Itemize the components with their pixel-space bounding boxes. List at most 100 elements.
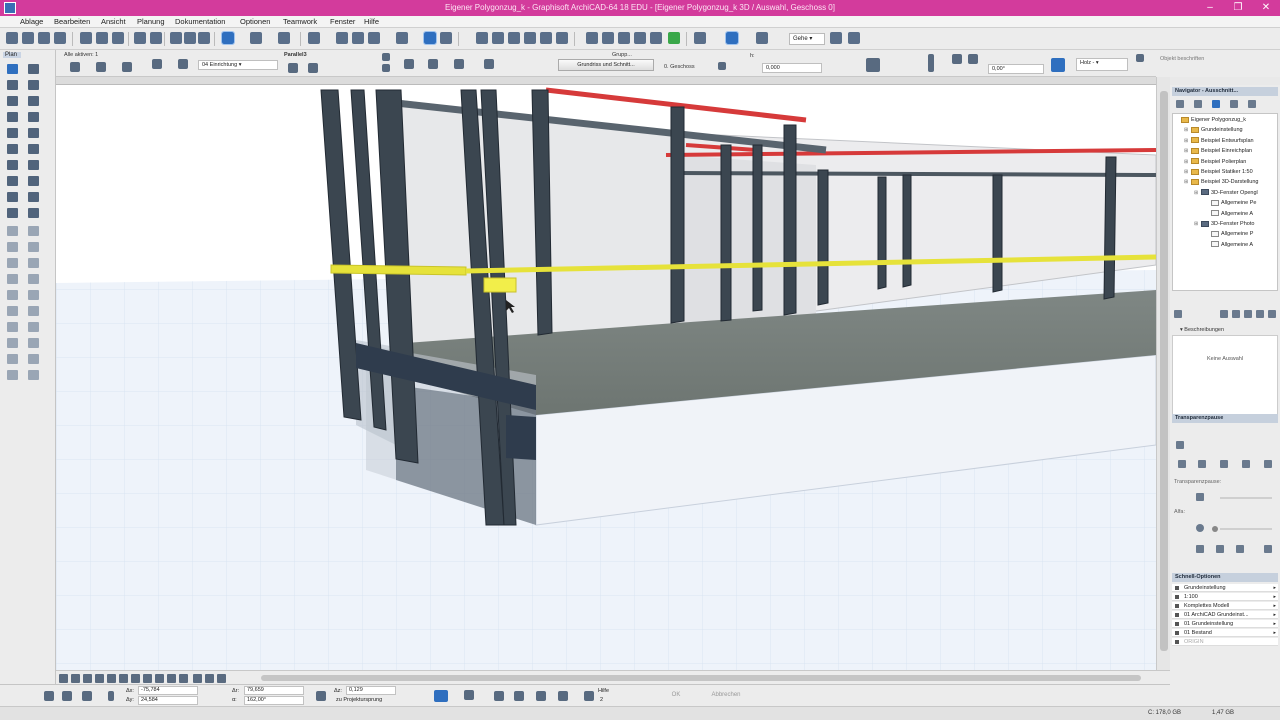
tp-action-2[interactable] xyxy=(1216,545,1224,553)
alpha-field[interactable]: 162,00° xyxy=(244,696,304,705)
snap-search-icon[interactable] xyxy=(558,691,568,701)
door-tool-icon[interactable] xyxy=(28,80,39,90)
navigator-tree-item[interactable]: ⊞ 3D-Fenster Photo xyxy=(1194,220,1254,229)
copy-icon[interactable] xyxy=(96,32,108,44)
object-label-field[interactable]: Objekt beschriften xyxy=(1160,56,1204,62)
group-icon[interactable] xyxy=(352,32,364,44)
roof-tool-icon[interactable] xyxy=(28,112,39,122)
wall-tool-icon[interactable] xyxy=(7,80,18,90)
arrow-tool-icon[interactable] xyxy=(7,64,18,74)
tp-icon-5[interactable] xyxy=(1264,460,1272,468)
tp-icon-3[interactable] xyxy=(1220,460,1228,468)
zoom-selection-icon[interactable] xyxy=(107,674,116,683)
cut-icon[interactable] xyxy=(80,32,92,44)
alpha-knob[interactable] xyxy=(1212,526,1218,532)
angle-dimension-tool-icon[interactable] xyxy=(28,258,39,268)
navigator-title[interactable]: Navigator - Ausschnitt... xyxy=(1172,87,1278,96)
settings-icon[interactable] xyxy=(152,59,162,69)
orbit-nav-icon[interactable] xyxy=(131,674,140,683)
pause-icon[interactable] xyxy=(1196,493,1204,501)
snap-grid-icon[interactable] xyxy=(536,691,546,701)
navigator-tree-item[interactable]: ⊞ Beispiel Entwurfsplan xyxy=(1184,137,1254,146)
menu-ansicht[interactable]: Ansicht xyxy=(101,17,126,26)
navigation-dropdown[interactable]: Gehe ▾ xyxy=(789,33,825,45)
geometry-method-icon[interactable] xyxy=(96,62,106,72)
save-icon[interactable] xyxy=(38,32,50,44)
thickness-icon[interactable] xyxy=(928,54,934,72)
magnify-icon[interactable] xyxy=(119,674,128,683)
next-view-icon[interactable] xyxy=(308,63,318,73)
material-dropdown[interactable]: Holz - ▾ xyxy=(1076,58,1128,71)
layer-arrange-icon[interactable] xyxy=(396,32,408,44)
ungroup-icon[interactable] xyxy=(368,32,380,44)
paste-icon[interactable] xyxy=(112,32,124,44)
marquee-tool-icon[interactable] xyxy=(28,64,39,74)
clone-icon[interactable] xyxy=(1232,310,1240,318)
submenu-arrow-icon[interactable]: ▸ xyxy=(1273,584,1276,592)
properties-icon[interactable] xyxy=(1244,310,1252,318)
select-mode-icon[interactable] xyxy=(70,62,80,72)
quick-option-row[interactable]: Grundeinstellung ▸ xyxy=(1172,584,1278,592)
suspend-groups-icon[interactable] xyxy=(423,31,437,45)
radial-dimension-tool-icon[interactable] xyxy=(7,258,18,268)
panel-close-icon[interactable] xyxy=(1136,54,1144,62)
submenu-arrow-icon[interactable]: ▸ xyxy=(1273,611,1276,619)
ok-button[interactable]: OK xyxy=(660,689,692,702)
tree-expand-icon[interactable]: ⊞ xyxy=(1184,158,1188,167)
slab-tool-icon[interactable] xyxy=(7,112,18,122)
polyline-tool-icon[interactable] xyxy=(7,306,18,316)
label-tool-icon[interactable] xyxy=(28,226,39,236)
explore-icon[interactable] xyxy=(848,32,860,44)
curtain-wall-tool-icon[interactable] xyxy=(7,160,18,170)
menu-bearbeiten[interactable]: Bearbeiten xyxy=(54,17,90,26)
menu-planung[interactable]: Planung xyxy=(137,17,165,26)
navigator-tree-item[interactable]: Allgemeine A xyxy=(1211,241,1253,250)
dr-field[interactable]: 79,659 xyxy=(244,686,304,695)
dx-field[interactable]: -75,784 xyxy=(138,686,198,695)
elevation-icon[interactable] xyxy=(866,58,880,72)
search-icon[interactable] xyxy=(167,674,176,683)
quick-options-title[interactable]: Schnell-Optionen xyxy=(1172,573,1278,582)
zoom-out-icon[interactable] xyxy=(71,674,80,683)
tree-expand-icon[interactable]: ⊞ xyxy=(1184,126,1188,135)
submenu-arrow-icon[interactable]: ▸ xyxy=(1273,593,1276,601)
angle-snap-icon[interactable] xyxy=(250,32,262,44)
navigator-tree-item[interactable]: ⊞ 3D-Fenster Opengl xyxy=(1194,189,1258,198)
navigator-tree-item[interactable]: Allgemeine Pe xyxy=(1211,199,1256,208)
object-tool-icon[interactable] xyxy=(7,176,18,186)
grid-tool-icon[interactable] xyxy=(28,354,39,364)
navigator-tree-item[interactable]: ⊞ Grundeinstellung xyxy=(1184,126,1243,135)
dy-field[interactable]: 24,584 xyxy=(138,696,198,705)
orbit-icon[interactable] xyxy=(830,32,842,44)
navigator-tree-item[interactable]: ⊞ Beispiel Polierplan xyxy=(1184,158,1246,167)
view-options-icon[interactable] xyxy=(694,32,706,44)
crosshair-icon[interactable] xyxy=(428,59,438,69)
tp-icon-4[interactable] xyxy=(1242,460,1250,468)
alpha-icon[interactable] xyxy=(1196,524,1204,532)
prev-view-icon[interactable] xyxy=(288,63,298,73)
camera-tool-icon[interactable] xyxy=(7,354,18,364)
dimension-tool-icon[interactable] xyxy=(7,242,18,252)
intersect-icon[interactable] xyxy=(556,32,568,44)
quick-option-row[interactable]: 1:100 ▸ xyxy=(1172,593,1278,601)
navigator-tree-item[interactable]: ⊞ Beispiel Einreichplan xyxy=(1184,147,1252,156)
submenu-arrow-icon[interactable]: ▸ xyxy=(1273,602,1276,610)
layout-book-icon[interactable] xyxy=(1212,100,1220,108)
quick-option-row[interactable]: 01 Grundeinstellung ▸ xyxy=(1172,620,1278,628)
menu-optionen[interactable]: Optionen xyxy=(240,17,270,26)
figure-tool-icon[interactable] xyxy=(7,322,18,332)
navigator-tree-item[interactable]: Allgemeine P xyxy=(1211,230,1253,239)
undo-icon[interactable] xyxy=(134,32,146,44)
stair-tool-icon[interactable] xyxy=(7,128,18,138)
menu-fenster[interactable]: Fenster xyxy=(330,17,355,26)
magic-wand-icon[interactable] xyxy=(336,32,348,44)
zoom-in-icon[interactable] xyxy=(59,674,68,683)
inject-icon[interactable] xyxy=(184,32,196,44)
refresh-icon[interactable] xyxy=(1268,310,1276,318)
zone-tool-icon[interactable] xyxy=(7,192,18,202)
dz-field[interactable]: 0,129 xyxy=(346,686,396,695)
guideline-icon[interactable] xyxy=(464,690,474,700)
pan-icon[interactable] xyxy=(95,674,104,683)
tp-action-4[interactable] xyxy=(1264,545,1272,553)
quick-option-row[interactable]: 01 Bestand ▸ xyxy=(1172,629,1278,637)
